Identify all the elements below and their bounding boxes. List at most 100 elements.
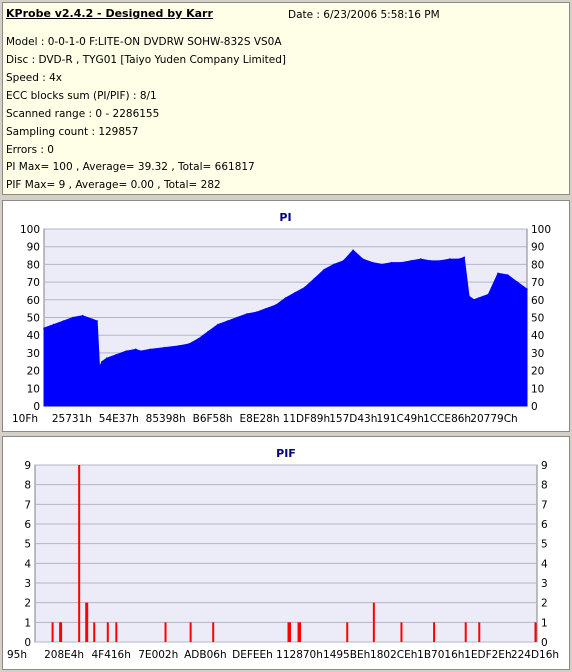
pi-data-point [101, 360, 103, 363]
pif-bar [534, 622, 537, 642]
pi-ytick-left: 60 [27, 295, 40, 307]
scanned-range-line: Scanned range : 0 - 2286155 [6, 108, 160, 120]
pi-data-point [52, 323, 55, 326]
pi-ytick-right: 90 [531, 242, 544, 254]
pi-data-point [342, 260, 345, 262]
pif-ytick-right: 0 [541, 637, 548, 649]
pi-data-point [439, 260, 441, 262]
pif-ytick-right: 1 [541, 617, 548, 629]
pif-ytick-right: 2 [541, 598, 548, 610]
pif-title: PIF [276, 447, 296, 460]
pi-ytick-right: 60 [531, 295, 544, 307]
pif-xtick-label: 7E002h [138, 649, 178, 661]
pif-bar [51, 622, 54, 642]
pif-ytick-right: 5 [541, 539, 548, 551]
pi-ytick-right: 30 [531, 348, 544, 360]
pi-data-point [217, 323, 219, 326]
pi-data-point [304, 286, 306, 289]
ecc-line: ECC blocks sum (PI/PIF) : 8/1 [6, 90, 157, 102]
pi-data-point [371, 261, 374, 264]
pi-ytick-right: 10 [531, 383, 544, 395]
pi-xtick-label: 10Fh [12, 413, 38, 425]
pif-bar [189, 622, 192, 642]
pi-data-point [43, 327, 45, 329]
pi-data-point [390, 261, 393, 264]
pif-plot-area [34, 464, 538, 643]
pi-data-point [463, 256, 466, 259]
pif-bar [106, 622, 109, 642]
pif-ytick-right: 3 [541, 578, 548, 590]
pi-xtick-label: 20779Ch [470, 413, 517, 425]
pi-ytick-left: 80 [27, 259, 40, 271]
pif-ytick-right: 8 [541, 480, 548, 492]
model-line: Model : 0-0-1-0 F:LITE-ON DVDRW SOHW-832… [6, 36, 282, 48]
pif-ytick-left: 4 [24, 558, 31, 570]
pif-bar [433, 622, 436, 642]
pi-chart: PI 0 0 10 10 20 20 30 30 40 40 50 50 60 60 70 70 80 80 90 90… [12, 211, 551, 425]
pi-data-point [361, 258, 364, 260]
pi-data-point [294, 291, 296, 294]
pi-ytick-right: 100 [531, 224, 551, 236]
pi-data-point [313, 277, 316, 280]
pif-bar [164, 622, 167, 642]
pi-data-point [333, 263, 335, 266]
pi-data-point [275, 304, 277, 306]
pif-ytick-right: 6 [541, 519, 548, 531]
pi-data-point [352, 249, 354, 252]
pi-data-point [98, 366, 101, 368]
pi-data-point [197, 337, 200, 340]
pi-xtick-label: 11DF89h [283, 413, 331, 425]
pif-summary-line: PIF Max= 9 , Average= 0.00 , Total= 282 [6, 179, 221, 191]
pi-data-point [115, 353, 118, 356]
pi-ytick-left: 30 [27, 348, 40, 360]
speed-line: Speed : 4x [6, 72, 63, 84]
pif-ytick-left: 7 [24, 499, 31, 511]
pi-data-point [81, 314, 84, 317]
scan-date: Date : 6/23/2006 5:58:16 PM [288, 9, 440, 21]
pi-ytick-left: 90 [27, 242, 40, 254]
pi-xtick-label: 25731h [52, 413, 92, 425]
pif-bar [299, 622, 302, 642]
pi-data-point [139, 350, 142, 352]
pi-data-point [323, 268, 325, 271]
pif-bar [346, 622, 349, 642]
pif-xtick-label: 224D16h [511, 649, 559, 661]
pi-data-point [400, 261, 403, 264]
pif-ytick-left: 1 [24, 617, 31, 629]
disc-line: Disc : DVD-R , TYG01 [Taiyo Yuden Compan… [6, 54, 287, 66]
pif-chart-panel: PIF 0 0 1 1 2 2 3 3 4 4 5 5 6 6 7 7 8 8 9 9 95h 208E4h 4F416h 7E… [2, 436, 570, 670]
info-panel: KProbe v2.4.2 - Designed by Karr Date : … [2, 2, 570, 195]
pi-data-point [410, 260, 412, 262]
pi-ytick-left: 20 [27, 366, 40, 378]
pi-data-point [188, 343, 190, 345]
pi-ytick-right: 20 [531, 366, 544, 378]
pi-ytick-left: 40 [27, 330, 40, 342]
pi-data-point [419, 258, 422, 260]
pif-xtick-label: 1802CEh [370, 649, 417, 661]
pi-data-point [526, 288, 528, 290]
errors-line: Errors : 0 [6, 144, 54, 156]
pi-data-point [105, 357, 108, 360]
pif-ytick-left: 2 [24, 598, 31, 610]
pi-data-point [163, 346, 166, 349]
pi-ytick-right: 50 [531, 313, 544, 325]
pif-bar [289, 622, 292, 642]
pi-data-point [473, 299, 475, 301]
pi-xtick-label: 1CCE86h [423, 413, 471, 425]
pi-xtick-label: 191C49h [377, 413, 424, 425]
pi-ytick-right: 80 [531, 259, 544, 271]
pi-xtick-label: E8E28h [240, 413, 280, 425]
pi-data-point [62, 320, 65, 322]
pi-data-point [506, 274, 509, 276]
pi-data-point [255, 311, 258, 313]
pif-ytick-left: 8 [24, 480, 31, 492]
pi-data-point [246, 313, 248, 315]
pi-data-point [236, 316, 238, 319]
pif-xtick-label: ADB06h [184, 649, 227, 661]
pif-bar [212, 622, 215, 642]
pi-data-point [207, 330, 210, 333]
pif-bar [400, 622, 403, 642]
pi-xtick-label: B6F58h [193, 413, 233, 425]
pi-data-point [497, 272, 499, 275]
pif-bar [478, 622, 481, 642]
